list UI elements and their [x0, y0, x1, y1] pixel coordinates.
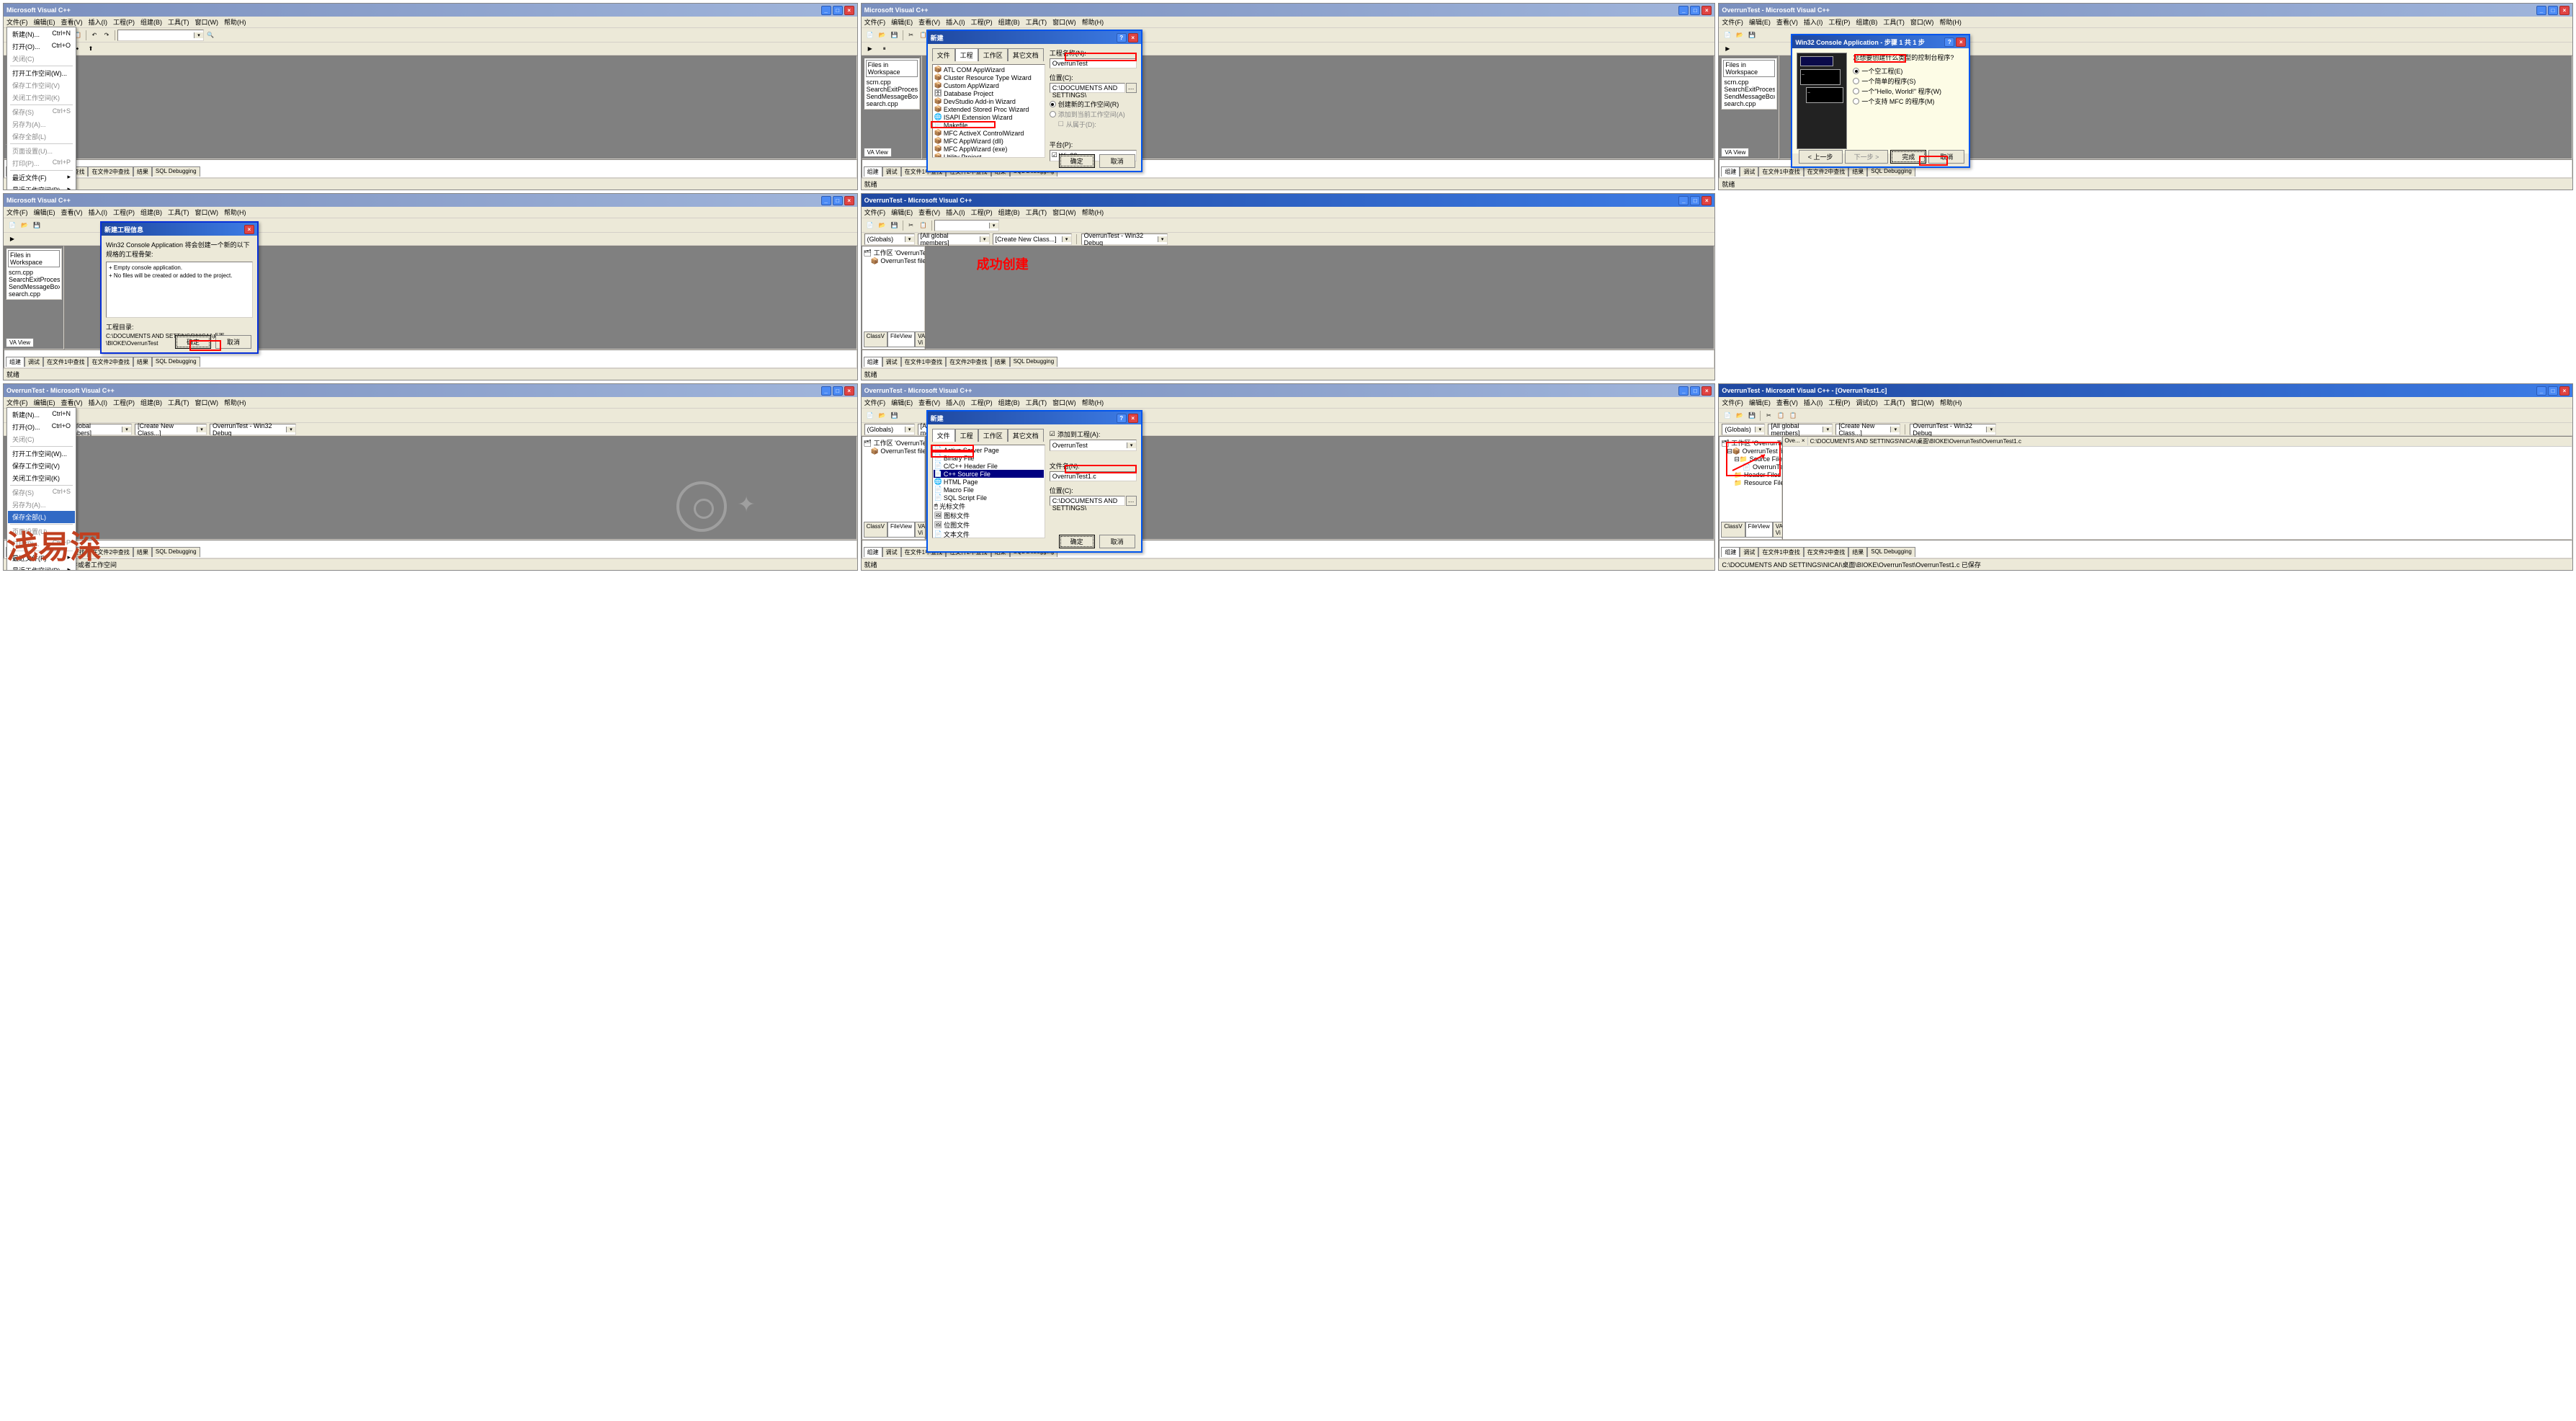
max[interactable]: □	[833, 6, 843, 15]
titlebar: Microsoft Visual C++_□×	[4, 4, 857, 17]
workspace-tree[interactable]: 🗂 工作区 'OverrunTest': 1 📦 OverrunTest fil…	[862, 246, 924, 267]
screenshot-1: Microsoft Visual C++_□× 文件(F)编辑(E)查看(V)插…	[3, 3, 858, 190]
close[interactable]: ×	[844, 6, 854, 15]
output-panel: 组建调试在文件1中查找在文件2中查找结果SQL Debugging	[4, 159, 857, 178]
screenshot-5: OverrunTest - Microsoft Visual C++_□× 文件…	[861, 193, 1716, 380]
screenshot-9: OverrunTest - Microsoft Visual C++ - [Ov…	[1718, 383, 2573, 571]
menu-close[interactable]: 关闭(C)	[8, 53, 75, 65]
screenshot-8: OverrunTest - Microsoft Visual C++_□× 文件…	[861, 383, 1716, 571]
statusbar: 打开一个现有的文档	[4, 178, 857, 190]
toolbar-1: 📄📂💾✂📋📋↶↷▾🔍	[4, 28, 857, 43]
workspace-tree[interactable]: 🗂 工作区 'OverrunTest': 1 ⊟📦 OverrunTest fi…	[1719, 437, 1781, 489]
watermark: 浅易深	[6, 521, 102, 567]
screenshot-2: Microsoft Visual C++_□× 文件(F)编辑(E)查看(V)插…	[861, 3, 1716, 190]
menu-new[interactable]: 新建(N)...Ctrl+N	[8, 28, 75, 40]
screenshot-4: Microsoft Visual C++_□× 文件(F)编辑(E)查看(V)插…	[3, 193, 858, 380]
empty-cell	[1718, 193, 2573, 380]
screenshot-7: OverrunTest - Microsoft Visual C++_□× 文件…	[3, 383, 858, 571]
menu-open[interactable]: 打开(O)...Ctrl+O	[8, 40, 75, 53]
file-menu: 新建(N)...Ctrl+N 打开(O)...Ctrl+O 关闭(C) 打开工作…	[6, 27, 76, 190]
screenshot-3: OverrunTest - Microsoft Visual C++_□× 文件…	[1718, 3, 2573, 190]
toolbar-2: ▶⏸🔧⬇➡⬆	[4, 43, 857, 55]
menubar: 文件(F)编辑(E)查看(V)插入(I)工程(P)组建(B)工具(T)窗口(W)…	[4, 17, 857, 28]
min[interactable]: _	[821, 6, 831, 15]
